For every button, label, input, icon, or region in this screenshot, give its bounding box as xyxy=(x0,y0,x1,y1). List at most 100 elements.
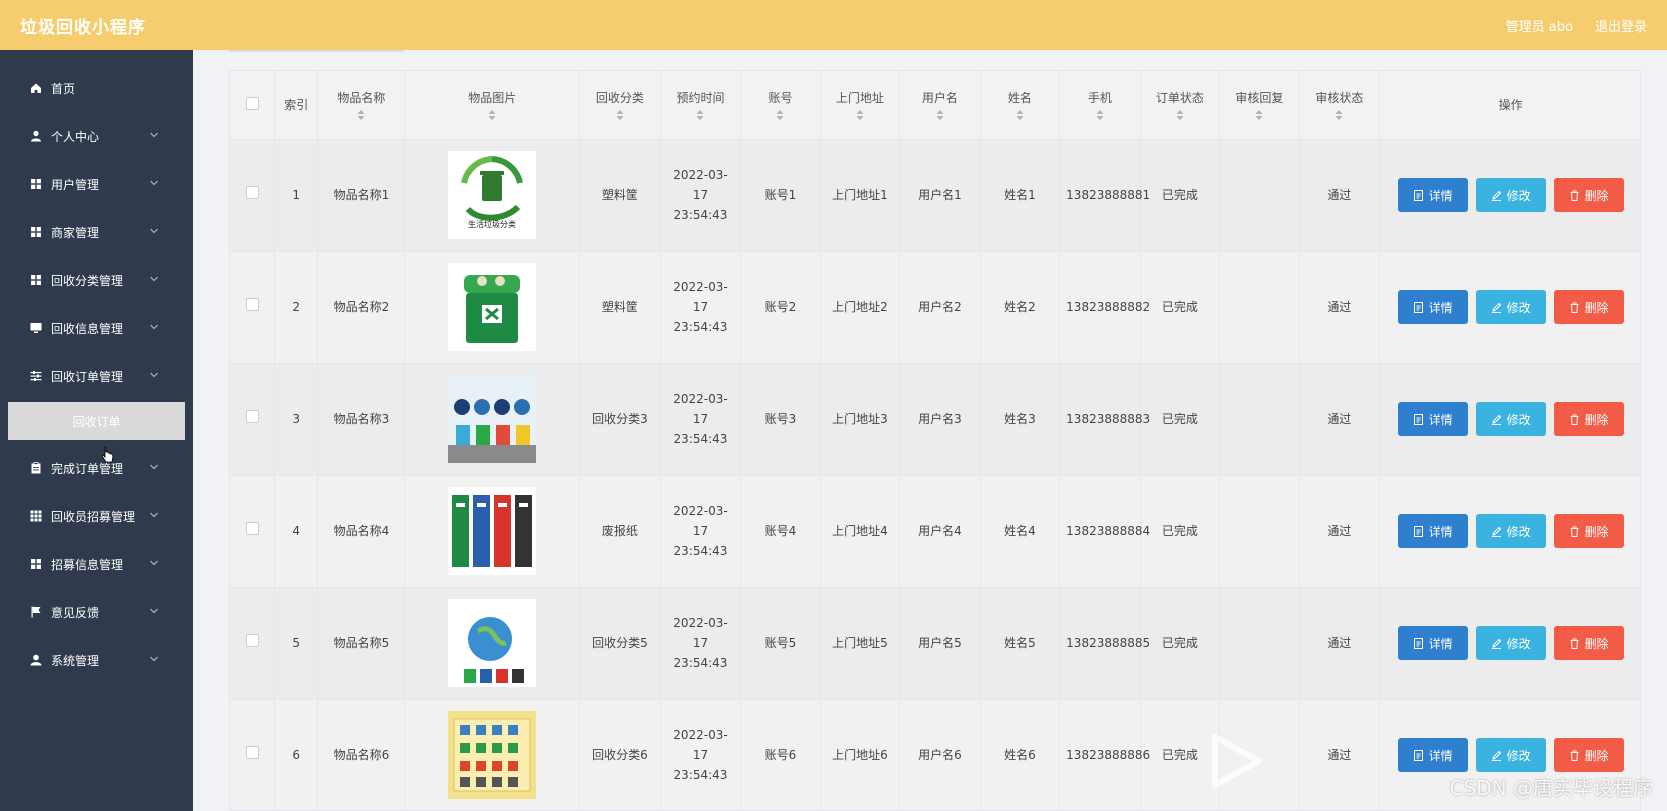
sort-icon[interactable] xyxy=(357,110,365,121)
edit-button[interactable]: 修改 xyxy=(1475,738,1546,772)
delete-button[interactable]: 删除 xyxy=(1553,626,1624,660)
sort-icon[interactable] xyxy=(856,110,864,121)
sort-icon[interactable] xyxy=(696,110,704,121)
column-header[interactable]: 姓名 xyxy=(980,71,1061,140)
select-all-checkbox[interactable] xyxy=(245,96,259,110)
cell-address: 上门地址2 xyxy=(820,251,901,364)
row-checkbox[interactable] xyxy=(245,522,259,535)
row-checkbox[interactable] xyxy=(245,410,259,423)
item-image xyxy=(411,711,573,799)
sort-icon[interactable] xyxy=(1335,110,1343,121)
edit-button[interactable]: 修改 xyxy=(1475,514,1546,548)
delete-button[interactable]: 删除 xyxy=(1553,402,1624,436)
edit-button[interactable]: 修改 xyxy=(1475,402,1546,436)
cell-account: 账号2 xyxy=(740,251,821,364)
sort-icon[interactable] xyxy=(1096,110,1104,121)
sort-icon[interactable] xyxy=(1176,110,1184,121)
sidebar-item[interactable]: 回收信息管理 xyxy=(0,304,193,352)
sidebar-item[interactable]: 系统管理 xyxy=(0,636,193,684)
column-header[interactable]: 上门地址 xyxy=(820,71,901,140)
delete-button[interactable]: 删除 xyxy=(1553,290,1624,324)
row-checkbox[interactable] xyxy=(245,634,259,647)
delete-button[interactable]: 删除 xyxy=(1553,738,1624,772)
cell-index: 2 xyxy=(274,251,319,364)
sidebar-subitem-active[interactable]: 回收订单 xyxy=(8,402,185,440)
trash-icon xyxy=(1570,750,1579,761)
sidebar-item[interactable]: 回收订单管理 xyxy=(0,352,193,400)
sidebar-item[interactable]: 用户管理 xyxy=(0,160,193,208)
sidebar-item[interactable]: 意见反馈 xyxy=(0,588,193,636)
admin-label[interactable]: 管理员 abo xyxy=(1506,16,1573,35)
delete-button[interactable]: 删除 xyxy=(1553,178,1624,212)
cell-category: 回收分类5 xyxy=(579,587,661,700)
detail-button[interactable]: 详情 xyxy=(1397,738,1468,772)
detail-button[interactable]: 详情 xyxy=(1397,514,1468,548)
item-image xyxy=(411,487,573,575)
sidebar-item[interactable]: 个人中心 xyxy=(0,112,193,160)
sliders-icon xyxy=(30,370,42,382)
chevron-down-icon xyxy=(150,656,158,662)
column-header[interactable]: 物品名称 xyxy=(317,71,406,140)
column-header[interactable]: 回收分类 xyxy=(579,71,661,140)
cell-realname: 姓名4 xyxy=(980,475,1061,588)
cell-phone: 13823888885 xyxy=(1059,587,1150,700)
column-header[interactable]: 订单状态 xyxy=(1140,71,1221,140)
column-header[interactable]: 审核回复 xyxy=(1219,71,1300,140)
column-header[interactable]: 审核状态 xyxy=(1299,71,1381,140)
pencil-icon xyxy=(1491,638,1501,649)
sort-icon[interactable] xyxy=(616,110,624,121)
watermark-play-icon xyxy=(1212,734,1262,788)
column-header[interactable]: 预约时间 xyxy=(660,71,742,140)
column-header[interactable]: 索引 xyxy=(274,71,319,140)
cell-username: 用户名5 xyxy=(899,587,981,700)
sort-icon[interactable] xyxy=(936,110,944,121)
logout-link[interactable]: 退出登录 xyxy=(1595,16,1647,35)
row-checkbox[interactable] xyxy=(245,298,259,311)
sidebar-item[interactable]: 首页 xyxy=(0,64,193,112)
trash-icon xyxy=(1570,414,1579,425)
edit-button[interactable]: 修改 xyxy=(1475,626,1546,660)
detail-button[interactable]: 详情 xyxy=(1397,290,1468,324)
cell-realname: 姓名1 xyxy=(980,139,1061,252)
sidebar-item[interactable]: 回收分类管理 xyxy=(0,256,193,304)
pencil-icon xyxy=(1491,414,1501,425)
sort-icon[interactable] xyxy=(1016,110,1024,121)
row-checkbox[interactable] xyxy=(245,186,259,199)
sort-icon[interactable] xyxy=(1255,110,1263,121)
cell-name: 物品名称1 xyxy=(317,139,406,252)
column-header[interactable]: 物品图片 xyxy=(404,71,581,140)
cell-index: 1 xyxy=(274,139,319,252)
trash-icon xyxy=(1570,526,1579,537)
row-checkbox[interactable] xyxy=(245,746,259,759)
user-icon xyxy=(30,130,42,142)
column-header[interactable]: 账号 xyxy=(740,71,821,140)
trash-icon xyxy=(1570,638,1579,649)
column-header[interactable]: 手机 xyxy=(1059,71,1141,140)
order-table-container: 索引 物品名称 物品图片 回收分类 预约时间 账号 上门地址 用户名 姓名 手机 订单状态 审核回复审… xyxy=(229,70,1641,811)
delete-button[interactable]: 删除 xyxy=(1553,514,1624,548)
sort-icon[interactable] xyxy=(488,110,496,121)
edit-button[interactable]: 修改 xyxy=(1475,178,1546,212)
sidebar-item[interactable]: 完成订单管理 xyxy=(0,444,193,492)
edit-button[interactable]: 修改 xyxy=(1475,290,1546,324)
cell-name: 物品名称3 xyxy=(317,363,406,476)
cell-phone: 13823888883 xyxy=(1059,363,1150,476)
cell-audit: 通过 xyxy=(1299,139,1381,252)
person-icon xyxy=(30,654,42,666)
column-header[interactable]: 操作 xyxy=(1379,71,1640,140)
actions-cell: 详情 修改 删除 xyxy=(1379,139,1640,252)
detail-button[interactable]: 详情 xyxy=(1397,626,1468,660)
sidebar-item-label: 回收信息管理 xyxy=(51,321,124,336)
cell-realname: 姓名3 xyxy=(980,363,1061,476)
cell-reply xyxy=(1219,475,1300,588)
sidebar-item[interactable]: 商家管理 xyxy=(0,208,193,256)
sidebar-item[interactable]: 回收员招募管理 xyxy=(0,492,193,540)
sidebar-item[interactable]: 招募信息管理 xyxy=(0,540,193,588)
detail-button[interactable]: 详情 xyxy=(1397,402,1468,436)
sort-icon[interactable] xyxy=(776,110,784,121)
table-row: 3 物品名称3 回收分类3 2022-03-17 23:54:43 账号3 上门地址3 用户… xyxy=(230,363,1640,476)
table-row: 1 物品名称1 生活垃圾分类 塑料筐 2022-03-17 23:54:43 账号1 上门地… xyxy=(230,139,1640,252)
flag-icon xyxy=(30,606,42,618)
detail-button[interactable]: 详情 xyxy=(1397,178,1468,212)
column-header[interactable]: 用户名 xyxy=(899,71,981,140)
